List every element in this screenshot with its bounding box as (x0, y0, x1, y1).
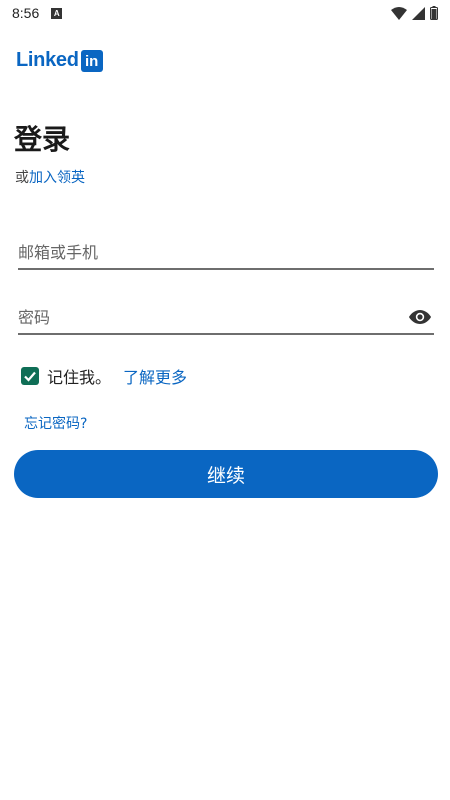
wifi-icon (391, 6, 407, 20)
remember-me-label: 记住我。 (47, 368, 112, 387)
logo-wordmark: Linked (16, 49, 79, 71)
checkmark-icon (24, 371, 36, 382)
remember-me-checkbox[interactable] (21, 367, 39, 385)
page-title: 登录 (14, 123, 71, 156)
signal-icon (412, 6, 425, 20)
status-time: 8:56 (12, 5, 40, 21)
join-prefix: 或 (15, 170, 29, 186)
email-field (18, 236, 434, 270)
status-icons (391, 6, 438, 20)
a-notification-icon: A (51, 7, 63, 19)
join-line: 或加入领英 (15, 167, 85, 187)
logo-in-box: in (80, 49, 103, 72)
email-input[interactable] (18, 236, 434, 268)
forgot-password-link[interactable]: 忘记密码? (24, 413, 87, 433)
password-field (18, 301, 434, 335)
status-bar: 8:56 A (0, 0, 450, 26)
remember-me: 记住我。 了解更多 (21, 364, 187, 388)
battery-icon (430, 6, 438, 20)
join-linkedin-link[interactable]: 加入领英 (29, 170, 85, 186)
continue-button[interactable]: 继续 (14, 450, 438, 498)
learn-more-link[interactable]: 了解更多 (123, 364, 187, 388)
password-input[interactable] (18, 301, 434, 333)
linkedin-logo: Linked in (16, 49, 103, 72)
eye-icon[interactable] (408, 307, 432, 327)
